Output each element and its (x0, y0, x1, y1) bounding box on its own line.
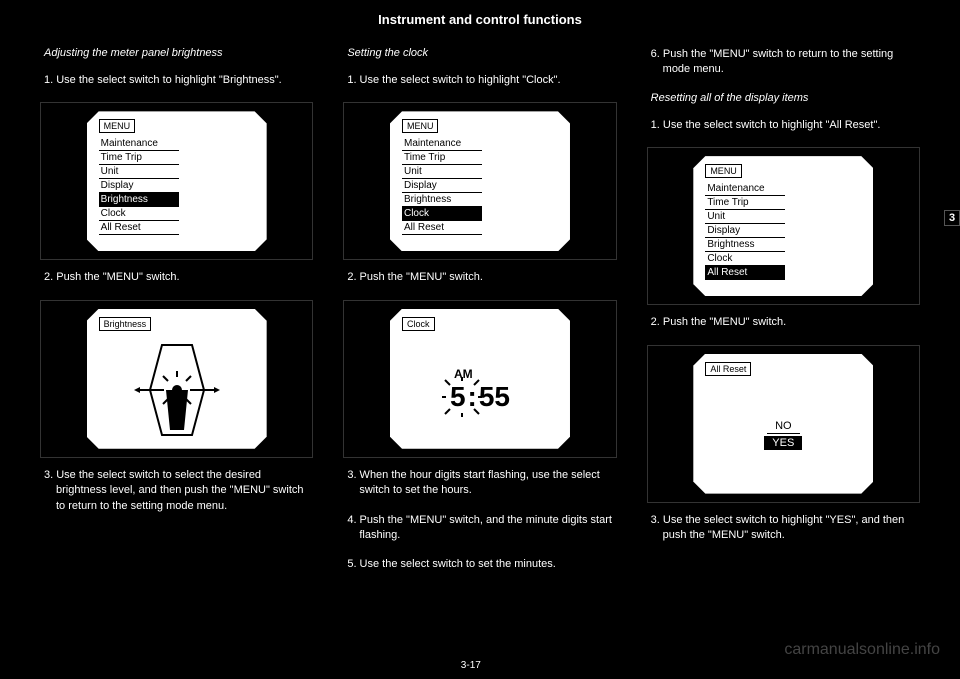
lcd-title: All Reset (705, 362, 751, 376)
step-text: 2. Push the "MENU" switch. (343, 270, 616, 289)
section-brightness: Adjusting the meter panel brightness (40, 47, 313, 59)
step-text: 1. Use the select switch to highlight "B… (40, 73, 313, 92)
allreset-no: NO (767, 419, 800, 434)
lcd-panel-wrap: All Reset NO YES (647, 345, 920, 503)
column-3: 6. Push the "MENU" switch to return to t… (647, 47, 920, 577)
menu-item: All Reset (402, 221, 482, 235)
menu-item: Display (99, 179, 179, 193)
menu-item: Maintenance (705, 182, 785, 196)
lcd-panel-wrap: Brightness (40, 300, 313, 458)
step-text: 5. Use the select switch to set the minu… (343, 557, 616, 576)
menu-list: Maintenance Time Trip Unit Display Brigh… (705, 182, 861, 280)
lcd-title: Clock (402, 317, 435, 331)
lcd-allreset-confirm: All Reset NO YES (693, 354, 873, 494)
lcd-clock-adjust: Clock AM (390, 309, 570, 449)
menu-item: Time Trip (402, 151, 482, 165)
menu-item: Maintenance (402, 137, 482, 151)
step-text: 1. Use the select switch to highlight "C… (343, 73, 616, 92)
lcd-menu-allreset: MENU Maintenance Time Trip Unit Display … (693, 156, 873, 296)
lcd-panel-wrap: MENU Maintenance Time Trip Unit Display … (40, 102, 313, 260)
menu-item: Brightness (705, 238, 785, 252)
menu-list: Maintenance Time Trip Unit Display Brigh… (402, 137, 558, 235)
step-text: 2. Push the "MENU" switch. (40, 270, 313, 289)
lcd-title: MENU (402, 119, 439, 133)
step-text: 1. Use the select switch to highlight "A… (647, 118, 920, 137)
lcd-brightness-adjust: Brightness (87, 309, 267, 449)
lcd-title: MENU (705, 164, 742, 178)
menu-item: Time Trip (99, 151, 179, 165)
lcd-panel-wrap: Clock AM (343, 300, 616, 458)
lcd-title: Brightness (99, 317, 152, 331)
menu-item: Unit (99, 165, 179, 179)
menu-item-selected: Brightness (99, 193, 179, 207)
column-1: Adjusting the meter panel brightness 1. … (40, 47, 313, 577)
menu-item: Display (402, 179, 482, 193)
menu-list: Maintenance Time Trip Unit Display Brigh… (99, 137, 255, 235)
menu-item-selected: All Reset (705, 266, 785, 280)
clock-display: AM (402, 335, 558, 445)
menu-item: Clock (99, 207, 179, 221)
clock-minute: 55 (479, 381, 510, 413)
menu-item: All Reset (99, 221, 179, 235)
column-2: Setting the clock 1. Use the select swit… (343, 47, 616, 577)
step-text: 6. Push the "MENU" switch to return to t… (647, 47, 920, 82)
section-allreset: Resetting all of the display items (647, 92, 920, 104)
menu-item: Brightness (402, 193, 482, 207)
menu-item: Display (705, 224, 785, 238)
lcd-title: MENU (99, 119, 136, 133)
menu-item: Clock (705, 252, 785, 266)
clock-time: 5 : 55 (450, 381, 510, 413)
page-tab: 3 (944, 210, 960, 226)
step-text: 2. Push the "MENU" switch. (647, 315, 920, 334)
page-content: Adjusting the meter panel brightness 1. … (0, 27, 960, 597)
menu-item: Time Trip (705, 196, 785, 210)
lcd-menu-brightness: MENU Maintenance Time Trip Unit Display … (87, 111, 267, 251)
menu-item: Unit (705, 210, 785, 224)
brightness-icon (99, 335, 255, 445)
clock-hour: 5 (450, 381, 466, 413)
page-number: 3-17 (461, 660, 481, 671)
lcd-menu-clock: MENU Maintenance Time Trip Unit Display … (390, 111, 570, 251)
step-text: 3. Use the select switch to highlight "Y… (647, 513, 920, 548)
menu-item: Unit (402, 165, 482, 179)
allreset-options: NO YES (705, 380, 861, 490)
step-text: 3. Use the select switch to select the d… (40, 468, 313, 518)
page-header: Instrument and control functions (0, 0, 960, 27)
section-clock: Setting the clock (343, 47, 616, 59)
step-text: 3. When the hour digits start flashing, … (343, 468, 616, 503)
menu-item-selected: Clock (402, 207, 482, 221)
watermark: carmanualsonline.info (784, 641, 940, 659)
allreset-yes-selected: YES (764, 436, 802, 450)
step-text: 4. Push the "MENU" switch, and the minut… (343, 513, 616, 548)
lcd-panel-wrap: MENU Maintenance Time Trip Unit Display … (647, 147, 920, 305)
lcd-panel-wrap: MENU Maintenance Time Trip Unit Display … (343, 102, 616, 260)
menu-item: Maintenance (99, 137, 179, 151)
